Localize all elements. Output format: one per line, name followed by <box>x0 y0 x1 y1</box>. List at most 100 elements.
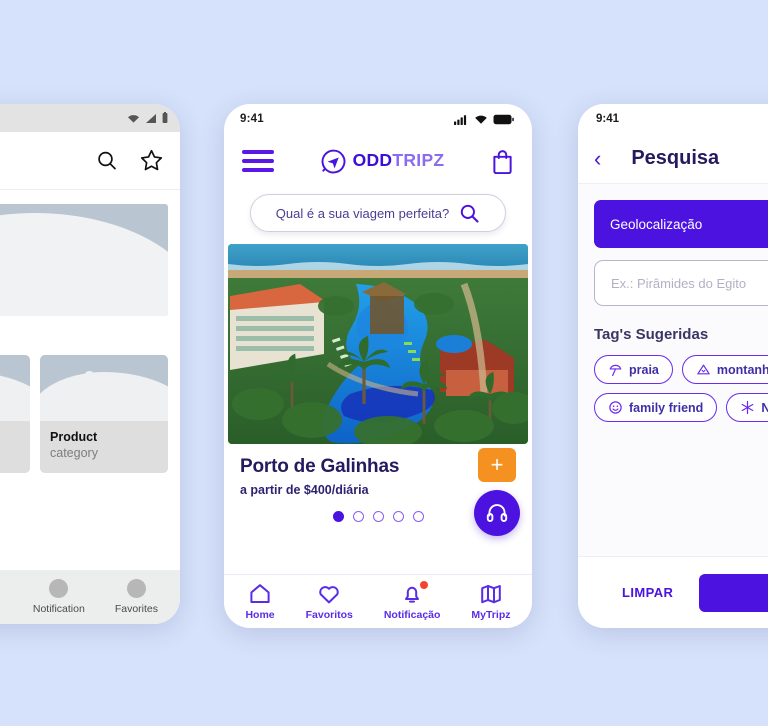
tab-mytripz[interactable]: MyTripz <box>471 582 510 621</box>
logo-text: ODDTRIPZ <box>353 152 445 170</box>
wireframe-appbar: D Tripz <box>0 132 180 190</box>
clear-button[interactable]: LIMPAR <box>622 585 673 600</box>
status-icons <box>454 114 514 125</box>
apply-button[interactable] <box>699 573 768 612</box>
wifi-icon <box>128 114 139 123</box>
wireframe-overflow[interactable]: ••• <box>0 316 180 355</box>
sidebar-item-notification[interactable]: Notification <box>33 579 85 615</box>
tab-label: MyTripz <box>471 609 511 621</box>
search-placeholder: Qual é a sua viagem perfeita? <box>275 205 450 221</box>
tag-chip-praia[interactable]: praia <box>594 355 673 384</box>
battery-icon <box>493 114 514 124</box>
tab-favoritos[interactable]: Favoritos <box>306 582 353 621</box>
wireframe-card-subtitle <box>0 446 20 460</box>
smiley-icon <box>609 401 622 414</box>
status-time: 9:41 <box>240 113 264 125</box>
wireframe-tab-label: Notification <box>32 603 85 615</box>
destination-info: Porto de Galinhas a partir de $400/diári… <box>224 444 532 536</box>
wireframe-tab-bar: Notification Favorites <box>0 570 180 624</box>
wireframe-card-title: Product <box>50 430 98 444</box>
sidebar-item-favorites[interactable]: Favorites <box>115 579 158 615</box>
shopping-bag-icon[interactable] <box>491 149 514 174</box>
beach-umbrella-icon <box>609 364 622 377</box>
signal-icon <box>146 113 156 123</box>
wifi-icon <box>475 115 487 124</box>
carousel-dot[interactable] <box>412 511 424 522</box>
tag-chip-list: praia montanhas family friend <box>594 355 768 422</box>
tab-label: Home <box>245 609 275 621</box>
home-icon <box>250 584 270 603</box>
tag-chip-montanhas[interactable]: montanhas <box>681 355 768 384</box>
destination-hero-image[interactable] <box>228 244 528 444</box>
headset-icon <box>486 504 508 522</box>
snowflake-icon <box>741 400 754 415</box>
status-bar: 9:41 <box>578 104 768 134</box>
tab-notificacao[interactable]: Notificação <box>383 581 441 621</box>
tag-label: praia <box>629 362 659 377</box>
add-button[interactable]: + <box>478 448 516 482</box>
tab-label: Favoritos <box>305 609 353 621</box>
wireframe-card-body <box>0 421 30 473</box>
wireframe-phone: D Tripz ••• Produ <box>0 104 180 624</box>
wireframe-tab-label: Favorites <box>114 603 158 615</box>
aerial-resort-photo <box>228 244 528 444</box>
search-panel-footer: LIMPAR <box>578 556 768 628</box>
wireframe-sun-dot <box>83 370 95 382</box>
tags-section-title: Tag's Sugeridas <box>594 326 709 343</box>
wireframe-hero-placeholder <box>0 204 168 316</box>
logo-text-primary: ODD <box>352 150 393 171</box>
carousel-dot[interactable] <box>332 511 344 522</box>
logo-text-secondary: TRIPZ <box>392 150 445 171</box>
search-input[interactable]: Qual é a sua viagem perfeita? <box>250 194 506 232</box>
status-time: 9:41 <box>596 113 620 125</box>
destination-price: a partir de $400/diária <box>240 483 369 497</box>
mountain-icon <box>697 364 710 375</box>
wireframe-card-image <box>0 355 30 421</box>
wireframe-card-image <box>40 355 168 421</box>
list-item[interactable] <box>0 355 30 473</box>
tag-label: Neve <box>761 400 768 415</box>
battery-icon <box>162 112 168 123</box>
tag-chip-neve[interactable]: Neve <box>726 393 768 422</box>
app-logo[interactable]: ODDTRIPZ <box>321 149 445 174</box>
geolocation-label: Geolocalização <box>610 216 703 232</box>
tag-chip-family-friend[interactable]: family friend <box>594 393 718 422</box>
circle-icon <box>126 579 146 598</box>
support-button[interactable] <box>474 490 520 536</box>
tag-label: family friend <box>629 400 704 415</box>
signal-icon <box>454 114 467 125</box>
tab-label: Notificação <box>383 609 441 621</box>
app-bar: ODDTRIPZ <box>224 134 532 188</box>
location-input[interactable]: Ex.: Pirâmides do Egito <box>594 260 768 306</box>
wireframe-card-body: Product category <box>40 421 168 473</box>
status-bar: 9:41 <box>224 104 532 134</box>
search-icon[interactable] <box>95 149 119 173</box>
wireframe-body: ••• Product category <box>0 190 180 624</box>
list-item[interactable]: Product category <box>40 355 168 473</box>
map-icon <box>481 585 501 604</box>
geolocation-button[interactable]: Geolocalização <box>594 200 768 248</box>
main-phone: 9:41 ODDTRIPZ Qual é a sua viagem perfei… <box>224 104 532 628</box>
heart-icon <box>319 586 339 604</box>
page-title: Pesquisa <box>631 147 720 169</box>
tab-home[interactable]: Home <box>245 582 275 621</box>
location-placeholder: Ex.: Pirâmides do Egito <box>611 275 747 291</box>
hamburger-icon[interactable] <box>242 150 274 172</box>
star-icon[interactable] <box>139 148 164 173</box>
carousel-dot[interactable] <box>372 511 384 522</box>
search-panel-phone: 9:41 ‹ Pesquisa Geolocalização Ex.: Pirâ… <box>578 104 768 628</box>
page-title: Porto de Galinhas <box>240 456 400 477</box>
carousel-dot[interactable] <box>392 511 404 522</box>
app-bar: ‹ Pesquisa <box>578 134 768 184</box>
chevron-left-icon[interactable]: ‹ <box>594 147 601 170</box>
tag-label: montanhas <box>716 362 768 377</box>
search-icon[interactable] <box>459 203 480 224</box>
wireframe-card-title <box>0 430 20 444</box>
circle-icon <box>49 579 69 598</box>
wireframe-card-list: Product category <box>0 355 180 473</box>
bottom-tab-bar: Home Favoritos Notificação MyTripz <box>224 574 532 628</box>
plane-in-circle-icon <box>321 149 345 173</box>
carousel-dot[interactable] <box>352 511 364 522</box>
search-panel-body: Geolocalização Ex.: Pirâmides do Egito T… <box>578 184 768 422</box>
notification-badge <box>420 581 429 589</box>
